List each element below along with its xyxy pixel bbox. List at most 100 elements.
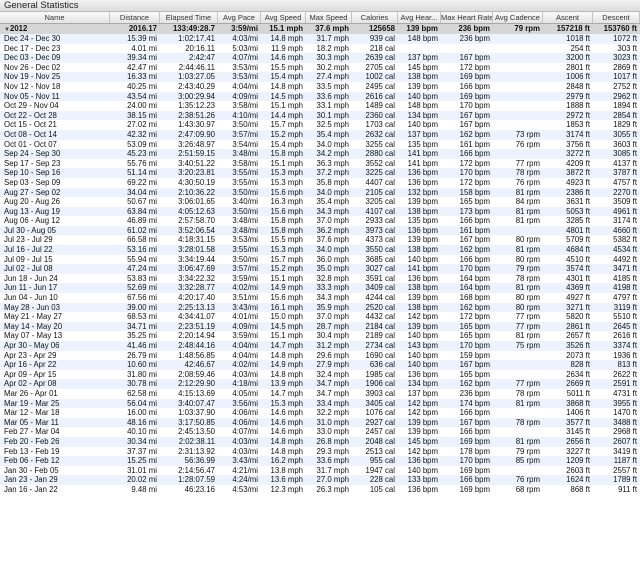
cell-distance: 40.25 mi (127, 81, 157, 91)
table-row[interactable]: Nov 19 - Nov 25 16.33 mi 1:03:27.05 3:53/mi… (0, 72, 640, 82)
cell-descent: 303 ft (617, 43, 637, 53)
cell-distance: 61.02 mi (127, 225, 157, 235)
table-row[interactable]: Jul 23 - Jul 29 66.58 mi 4:18:31.15 3:53/mi… (0, 235, 640, 245)
table-row[interactable]: Jun 11 - Jun 17 52.69 mi 3:32:28.77 4:02/mi… (0, 283, 640, 294)
table-row[interactable]: Aug 06 - Aug 12 46.89 mi 2:57:58.70 3:48/mi… (0, 216, 640, 226)
cell-distance: 69.22 mi (127, 177, 157, 187)
table-row[interactable]: Dec 24 - Dec 30 15.39 mi 1:02:17.41 4:03/mi… (0, 34, 640, 44)
table-row[interactable]: Apr 23 - Apr 29 26.79 mi 1:48:56.85 4:04/mi… (0, 351, 640, 361)
cell-avg-pace: 4:04/mi (232, 350, 258, 360)
cell-elapsed-time: 2:31:13.92 (178, 446, 215, 456)
table-row[interactable]: May 07 - May 13 35.25 mi 2:20:14.94 3:59/mi… (0, 331, 640, 341)
table-row[interactable]: Oct 22 - Oct 28 38.15 mi 2:38:51.26 4:10/mi… (0, 110, 640, 121)
table-row[interactable]: Nov 05 - Nov 11 43.54 mi 3:00:29.94 4:09/mi… (0, 91, 640, 102)
table-row[interactable]: Aug 20 - Aug 26 50.67 mi 3:06:01.65 3:40/mi… (0, 197, 640, 207)
cell-descent: 1829 ft (613, 120, 637, 130)
table-row[interactable]: Mar 19 - Mar 25 56.04 mi 3:40:07.47 3:56/mi… (0, 398, 640, 409)
cell-avg-pace: 4:53/mi (232, 484, 258, 494)
table-row[interactable]: Oct 29 - Nov 04 24.00 mi 1:35:12.23 3:58/mi… (0, 101, 640, 111)
table-row[interactable]: Aug 27 - Sep 02 34.04 mi 2:10:36.22 3:50/mi… (0, 187, 640, 198)
table-row[interactable]: Aug 13 - Aug 19 63.84 mi 4:05:12.63 3:50/mi… (0, 206, 640, 217)
cell-distance: 38.15 mi (127, 110, 157, 120)
cell-max-speed: 30.1 mph (316, 110, 349, 120)
cell-distance: 31.01 mi (127, 465, 157, 475)
cell-ascent: 1406 ft (566, 408, 590, 418)
table-row[interactable]: Apr 09 - Apr 15 31.80 mi 2:08:59.46 4:03/mi… (0, 370, 640, 380)
column-header-avg-speed[interactable]: Avg Speed (261, 12, 306, 23)
table-row[interactable]: Dec 17 - Dec 23 4.01 mi 20:16.11 5:03/mi 11.… (0, 44, 640, 54)
table-row[interactable]: May 21 - May 27 68.53 mi 4:34:41.07 4:01/mi… (0, 312, 640, 322)
cell-max-speed: 35.4 mph (316, 197, 349, 207)
table-row[interactable]: Jun 04 - Jun 10 67.56 mi 4:20:17.40 3:51/mi… (0, 293, 640, 303)
cell-max-speed: 35.8 mph (316, 177, 349, 187)
cell-avg-cadence (493, 111, 543, 121)
table-row[interactable]: Sep 24 - Sep 30 45.23 mi 2:51:59.15 3:48/mi… (0, 149, 640, 159)
table-row[interactable]: Sep 03 - Sep 09 69.22 mi 4:30:50.19 3:55/mi… (0, 178, 640, 188)
table-row[interactable]: Sep 17 - Sep 23 55.76 mi 3:40:51.22 3:58/mi… (0, 159, 640, 169)
cell-avg-speed: 15.8 mph (270, 225, 303, 235)
cell-max-heart-rate: 162 bpm (459, 302, 490, 312)
column-header-descent[interactable]: Descent (593, 12, 640, 23)
column-header-avg-pace[interactable]: Avg Pace (218, 12, 261, 23)
cell-distance: 43.54 mi (127, 91, 157, 101)
table-row[interactable]: Mar 05 - Mar 11 48.16 mi 3:17:50.85 4:06/mi… (0, 417, 640, 428)
cell-ascent: 828 ft (570, 360, 590, 370)
table-row[interactable]: Jul 02 - Jul 08 47.24 mi 3:06:47.69 3:57/mi… (0, 264, 640, 274)
cell-name: Jun 04 - Jun 10 (4, 293, 58, 303)
table-row[interactable]: Apr 02 - Apr 08 30.78 mi 2:12:29.90 4:18/mi… (0, 379, 640, 389)
table-row[interactable]: Apr 16 - Apr 22 10.60 mi 42:46.67 4:02/mi 14… (0, 360, 640, 370)
table-row[interactable]: Mar 12 - Mar 18 16.00 mi 1:03:37.90 4:06/mi… (0, 408, 640, 418)
table-row[interactable]: Oct 15 - Oct 21 27.02 mi 1:43:30.97 3:50/mi… (0, 120, 640, 130)
column-header-calories[interactable]: Calories (352, 12, 398, 23)
cell-ascent: 4927 ft (566, 293, 590, 303)
cell-avg-cadence (493, 351, 543, 361)
column-header-avg-heart-rate[interactable]: Avg Hear... (398, 12, 441, 23)
cell-avg-speed: 15.8 mph (270, 216, 303, 226)
cell-distance: 4.01 mi (131, 43, 157, 53)
cell-distance: 52.69 mi (127, 283, 157, 293)
table-row[interactable]: Jun 18 - Jun 24 53.83 mi 3:34:22.32 3:59/mi… (0, 274, 640, 284)
column-header-elapsed-time[interactable]: Elapsed Time (160, 12, 218, 23)
table-row[interactable]: Jul 30 - Aug 05 61.02 mi 3:52:06.54 3:48/mi… (0, 225, 640, 236)
cell-name: Apr 02 - Apr 08 (4, 379, 57, 389)
cell-avg-speed: 13.9 mph (270, 379, 303, 389)
cell-calories: 2705 cal (365, 62, 395, 72)
table-row[interactable]: Feb 27 - Mar 04 40.10 mi 2:45:13.50 4:07/mi… (0, 427, 640, 437)
table-row[interactable]: May 14 - May 20 34.71 mi 2:23:51.19 4:09/mi… (0, 321, 640, 332)
table-row[interactable]: Jul 16 - Jul 22 53.16 mi 3:28:01.58 3:55/mi… (0, 245, 640, 255)
table-row[interactable]: Feb 13 - Feb 19 37.37 mi 2:31:13.92 4:03/mi… (0, 447, 640, 457)
cell-avg-heart-rate: 139 bpm (407, 417, 438, 427)
table-row[interactable]: Feb 06 - Feb 12 15.25 mi 56:36.99 3:43/mi 16… (0, 456, 640, 466)
column-header-avg-cadence[interactable]: Avg Cadence (493, 12, 543, 23)
cell-avg-cadence (493, 360, 543, 370)
table-row[interactable]: Oct 08 - Oct 14 42.32 mi 2:47:09.90 3:57/mi… (0, 129, 640, 140)
cell-avg-speed: 14.9 mph (270, 360, 303, 370)
column-header-distance[interactable]: Distance (110, 12, 160, 23)
cell-avg-speed: 13.8 mph (270, 465, 303, 475)
table-row[interactable]: May 28 - Jun 03 39.00 mi 2:25:13.13 3:43/mi… (0, 302, 640, 313)
column-header-name[interactable]: Name (0, 12, 110, 23)
cell-name: Feb 20 - Feb 26 (4, 436, 60, 446)
table-row[interactable]: Dec 03 - Dec 09 39.34 mi 2:42:47 4:07/mi 14.… (0, 53, 640, 63)
cell-ascent: 5053 ft (566, 206, 590, 216)
table-row[interactable]: Apr 30 - May 06 41.46 mi 2:48:44.16 4:04/mi… (0, 341, 640, 351)
cell-ascent: 3631 ft (566, 197, 590, 207)
table-row[interactable]: Jul 09 - Jul 15 55.94 mi 3:34:19.44 3:50/mi… (0, 255, 640, 265)
table-row[interactable]: Nov 12 - Nov 18 40.25 mi 2:43:40.29 4:04/mi… (0, 82, 640, 92)
column-header-max-heart-rate[interactable]: Max Heart Rate (441, 12, 493, 23)
table-row[interactable]: Jan 23 - Jan 29 20.02 mi 1:28:07.59 4:24/mi… (0, 475, 640, 485)
table-row[interactable]: Oct 01 - Oct 07 53.09 mi 3:26:48.97 3:54/mi… (0, 140, 640, 150)
table-row[interactable]: Jan 16 - Jan 22 9.48 mi 46:23.16 4:53/mi 12.… (0, 485, 640, 495)
cell-avg-heart-rate: 142 bpm (407, 312, 438, 322)
column-header-ascent[interactable]: Ascent (543, 12, 593, 23)
table-row[interactable]: Jan 30 - Feb 05 31.01 mi 2:14:56.47 4:21/mi… (0, 466, 640, 476)
table-row[interactable]: Nov 26 - Dec 02 42.47 mi 2:44:46.11 3:53/mi… (0, 63, 640, 73)
total-row[interactable]: ▼2012 2016.17 133:49:28.7 3:59/mi 15.1 mph 37… (0, 24, 640, 34)
table-row[interactable]: Sep 10 - Sep 16 51.14 mi 3:20:23.81 3:55/mi… (0, 168, 640, 178)
cell-avg-heart-rate: 133 bpm (407, 475, 438, 485)
column-header-max-speed[interactable]: Max Speed (306, 12, 352, 23)
cell-name: Jul 23 - Jul 29 (4, 235, 53, 245)
table-row[interactable]: Feb 20 - Feb 26 30.34 mi 2:02:38.11 4:03/mi… (0, 436, 640, 447)
cell-avg-heart-rate: 136 bpm (407, 456, 438, 466)
table-row[interactable]: Mar 26 - Apr 01 62.58 mi 4:15:13.69 4:05/mi… (0, 389, 640, 399)
